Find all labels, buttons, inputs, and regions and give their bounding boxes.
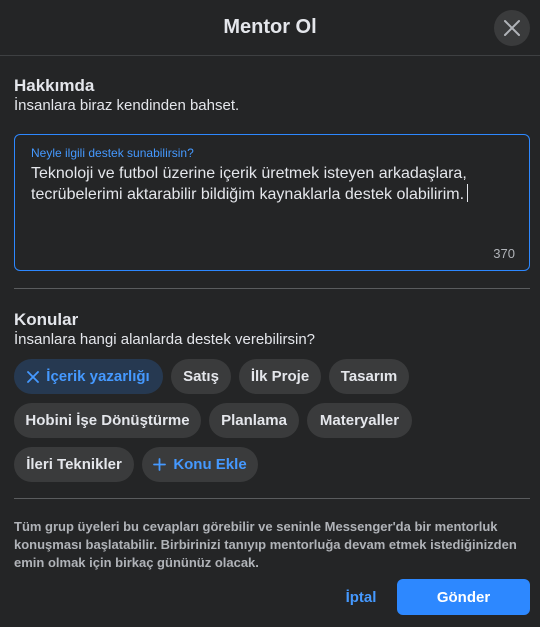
close-button[interactable] [494, 10, 530, 46]
divider [14, 288, 530, 289]
about-textarea[interactable]: Neyle ilgili destek sunabilirsin? Teknol… [14, 134, 530, 271]
topics-subtitle: İnsanlara hangi alanlarda destek verebil… [14, 331, 316, 348]
topic-chip-label: İleri Teknikler [26, 456, 122, 473]
topic-chip-label: İlk Proje [250, 368, 310, 385]
about-field-text: Teknoloji ve futbol üzerine içerik üretm… [31, 165, 467, 203]
send-button[interactable]: Gönder [397, 579, 530, 615]
text-caret [467, 184, 469, 202]
topic-chip-ileri-teknikler[interactable]: İleri Teknikler [14, 447, 134, 482]
dialog-header: Mentor Ol [0, 0, 540, 56]
footer-note: Tüm grup üyeleri bu cevapları görebilir … [14, 519, 517, 570]
divider [14, 498, 530, 499]
char-counter: 370 [493, 246, 515, 261]
topic-chip-label: Materyaller [319, 412, 400, 429]
topic-chip-label: İçerik yazarlığı [46, 368, 150, 385]
topic-chip-ilk-proje[interactable]: İlk Proje [239, 359, 321, 394]
topic-chip-label: Satış [183, 368, 219, 385]
about-field-value[interactable]: Teknoloji ve futbol üzerine içerik üretm… [31, 163, 513, 205]
about-subtitle: İnsanlara biraz kendinden bahset. [14, 97, 240, 114]
topic-chip-hobini-ise-donusturme[interactable]: Hobini İşe Dönüştürme [14, 403, 201, 438]
about-title: Hakkımda [14, 76, 95, 95]
add-topic-button[interactable]: Konu Ekle [142, 447, 258, 482]
x-icon[interactable] [27, 370, 40, 383]
add-topic-label: Konu Ekle [173, 456, 247, 473]
topic-chip-icerik-yazarligi[interactable]: İçerik yazarlığı [14, 359, 163, 394]
topic-chip-satis[interactable]: Satış [171, 359, 231, 394]
about-field-label: Neyle ilgili destek sunabilirsin? [31, 146, 194, 160]
plus-icon [153, 458, 167, 471]
topic-chip-materyaller[interactable]: Materyaller [307, 403, 412, 438]
dialog-title: Mentor Ol [223, 16, 317, 38]
topic-chip-tasarim[interactable]: Tasarım [329, 359, 409, 394]
topics-title: Konular [14, 310, 79, 329]
close-icon [504, 20, 520, 36]
topic-chip-planlama[interactable]: Planlama [209, 403, 299, 438]
cancel-button[interactable]: İptal [334, 579, 388, 615]
topic-chip-label: Tasarım [340, 368, 398, 385]
topic-chip-label: Hobini İşe Dönüştürme [25, 412, 190, 429]
topic-chip-label: Planlama [221, 412, 287, 429]
